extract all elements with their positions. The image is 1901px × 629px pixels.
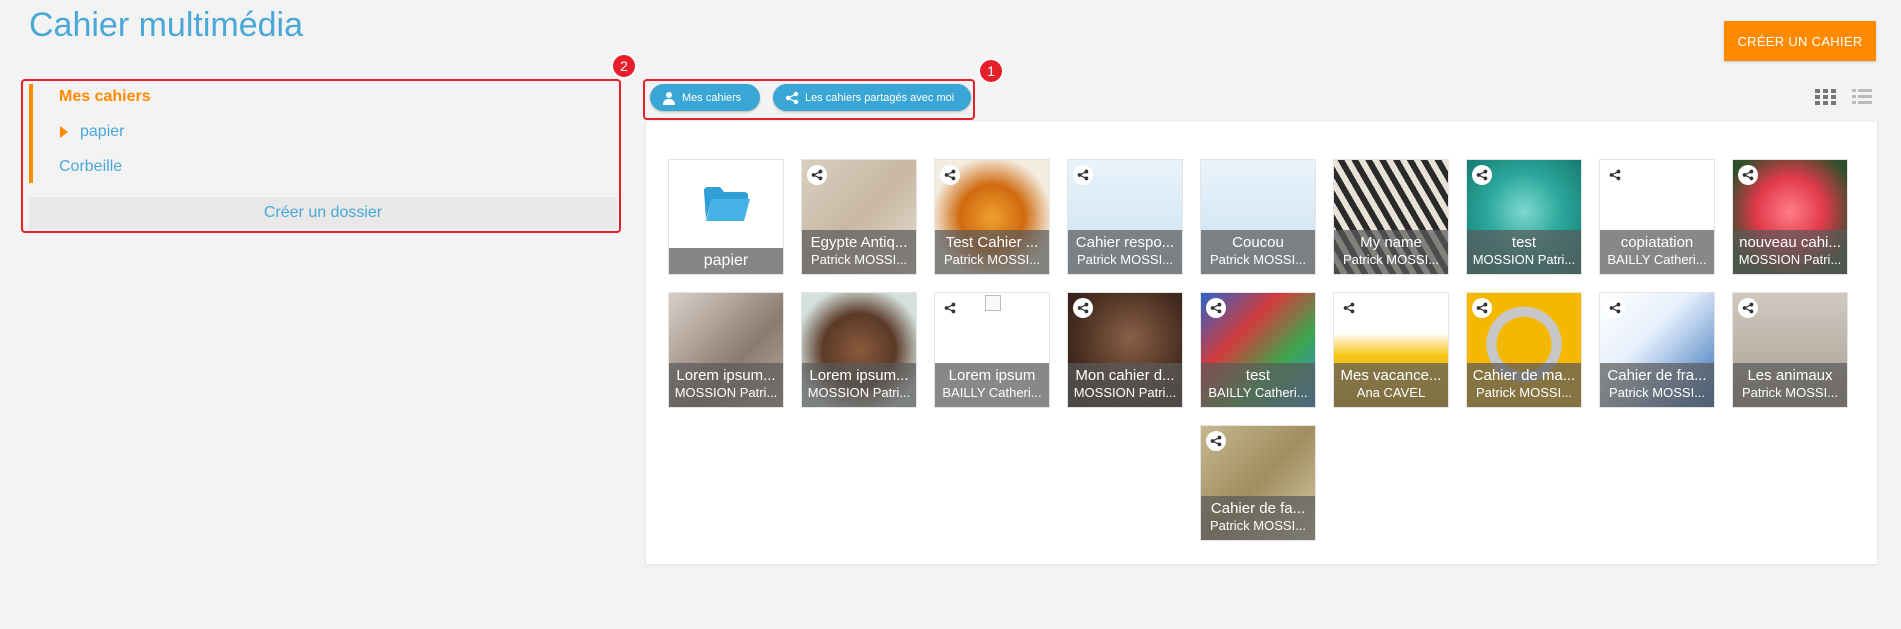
notebook-tile[interactable]: Test Cahier ... Patrick MOSSI... (934, 159, 1050, 275)
tile-title: Lorem ipsum... (676, 367, 776, 384)
tile-title: Mes vacance... (1340, 367, 1442, 384)
share-icon (1073, 298, 1093, 318)
tile-title: Mon cahier d... (1075, 367, 1175, 384)
notebook-tile[interactable]: copiatation BAILLY Catheri... (1599, 159, 1715, 275)
tile-author: Patrick MOSSI... (943, 252, 1041, 267)
share-icon (1472, 165, 1492, 185)
notebook-tile[interactable]: Mon cahier d... MOSSION Patri... (1067, 292, 1183, 408)
tile-title: nouveau cahi... (1739, 234, 1841, 251)
tile-title: Lorem ipsum (948, 367, 1036, 384)
tile-author: Patrick MOSSI... (1475, 385, 1573, 400)
tile-title: test (1511, 234, 1537, 251)
list-view-icon[interactable] (1852, 89, 1872, 110)
tile-author: BAILLY Catheri... (1208, 385, 1308, 400)
annotation-box-filters (643, 79, 975, 120)
tile-author: BAILLY Catheri... (942, 385, 1042, 400)
share-icon (1206, 298, 1226, 318)
tile-author: MOSSION Patri... (1738, 252, 1842, 267)
tile-title: Cahier de fa... (1210, 500, 1306, 517)
tile-title: copiatation (1620, 234, 1694, 251)
tile-title: test (1245, 367, 1271, 384)
tile-title: Test Cahier ... (945, 234, 1039, 251)
share-icon (1472, 298, 1492, 318)
grid-view-icon[interactable] (1815, 89, 1837, 110)
notebook-tile[interactable]: Lorem ipsum BAILLY Catheri... (934, 292, 1050, 408)
tile-title: papier (703, 252, 749, 269)
notebook-tile[interactable]: Egypte Antiq... Patrick MOSSI... (801, 159, 917, 275)
broken-image-icon (985, 295, 1001, 311)
tile-caption: Mes vacance... Ana CAVEL (1334, 363, 1448, 407)
folder-icon (704, 187, 750, 221)
tile-author: BAILLY Catheri... (1607, 252, 1707, 267)
tile-author: Ana CAVEL (1356, 385, 1426, 400)
notebook-tile[interactable]: Coucou Patrick MOSSI... (1200, 159, 1316, 275)
tile-caption: papier (669, 248, 783, 274)
share-icon (1073, 165, 1093, 185)
tile-caption: nouveau cahi... MOSSION Patri... (1733, 230, 1847, 274)
notebook-tile[interactable]: Cahier de fra... Patrick MOSSI... (1599, 292, 1715, 408)
notebook-tile[interactable]: Les animaux Patrick MOSSI... (1732, 292, 1848, 408)
tile-title: Les animaux (1747, 367, 1833, 384)
tile-caption: Test Cahier ... Patrick MOSSI... (935, 230, 1049, 274)
tile-author: Patrick MOSSI... (1209, 518, 1307, 533)
annotation-badge-1: 1 (978, 58, 1004, 84)
tile-caption: Mon cahier d... MOSSION Patri... (1068, 363, 1182, 407)
notebook-tile[interactable]: Cahier de fa... Patrick MOSSI... (1200, 425, 1316, 541)
notebook-tile[interactable]: test MOSSION Patri... (1466, 159, 1582, 275)
tile-caption: test BAILLY Catheri... (1201, 363, 1315, 407)
tile-author: MOSSION Patri... (1073, 385, 1177, 400)
tile-author: MOSSION Patri... (1472, 252, 1576, 267)
tile-caption: test MOSSION Patri... (1467, 230, 1581, 274)
share-icon (1738, 298, 1758, 318)
annotation-box-sidebar (21, 79, 621, 233)
tile-title: Coucou (1232, 234, 1284, 251)
share-icon (1206, 431, 1226, 451)
page-title: Cahier multimédia (29, 6, 303, 44)
tile-caption: Les animaux Patrick MOSSI... (1733, 363, 1847, 407)
share-icon (807, 165, 827, 185)
notebook-tile[interactable]: Lorem ipsum... MOSSION Patri... (668, 292, 784, 408)
notebook-tile[interactable]: My name Patrick MOSSI... (1333, 159, 1449, 275)
tile-title: Cahier respo... (1075, 234, 1175, 251)
tile-caption: Lorem ipsum BAILLY Catheri... (935, 363, 1049, 407)
share-icon (1339, 298, 1359, 318)
tile-author: Patrick MOSSI... (1342, 252, 1440, 267)
tile-author: MOSSION Patri... (807, 385, 911, 400)
tile-title: Lorem ipsum... (809, 367, 909, 384)
tile-caption: Cahier de ma... Patrick MOSSI... (1467, 363, 1581, 407)
tile-caption: Cahier respo... Patrick MOSSI... (1068, 230, 1182, 274)
tile-caption: Coucou Patrick MOSSI... (1201, 230, 1315, 274)
tile-caption: Lorem ipsum... MOSSION Patri... (802, 363, 916, 407)
tile-author: Patrick MOSSI... (1076, 252, 1174, 267)
tile-author: Patrick MOSSI... (810, 252, 908, 267)
tile-title: Egypte Antiq... (810, 234, 908, 251)
share-icon (1605, 165, 1625, 185)
notebook-tile[interactable]: nouveau cahi... MOSSION Patri... (1732, 159, 1848, 275)
tile-author: MOSSION Patri... (674, 385, 778, 400)
share-icon (940, 298, 960, 318)
tile-author: Patrick MOSSI... (1209, 252, 1307, 267)
tile-caption: Cahier de fa... Patrick MOSSI... (1201, 496, 1315, 540)
share-icon (1605, 298, 1625, 318)
tile-title: Cahier de ma... (1472, 367, 1576, 384)
share-icon (1738, 165, 1758, 185)
tile-caption: Egypte Antiq... Patrick MOSSI... (802, 230, 916, 274)
tile-caption: copiatation BAILLY Catheri... (1600, 230, 1714, 274)
tile-caption: My name Patrick MOSSI... (1334, 230, 1448, 274)
notebook-tile[interactable]: Lorem ipsum... MOSSION Patri... (801, 292, 917, 408)
tile-author: Patrick MOSSI... (1741, 385, 1839, 400)
tile-title: My name (1360, 234, 1422, 251)
tile-title: Cahier de fra... (1607, 367, 1707, 384)
notebook-tile[interactable]: Cahier respo... Patrick MOSSI... (1067, 159, 1183, 275)
tile-author: Patrick MOSSI... (1608, 385, 1706, 400)
share-icon (940, 165, 960, 185)
folder-tile[interactable]: papier (668, 159, 784, 275)
create-notebook-button[interactable]: CRÉER UN CAHIER (1724, 21, 1876, 61)
notebook-tile[interactable]: test BAILLY Catheri... (1200, 292, 1316, 408)
tile-caption: Cahier de fra... Patrick MOSSI... (1600, 363, 1714, 407)
tile-caption: Lorem ipsum... MOSSION Patri... (669, 363, 783, 407)
notebook-tile[interactable]: Cahier de ma... Patrick MOSSI... (1466, 292, 1582, 408)
notebook-tile[interactable]: Mes vacance... Ana CAVEL (1333, 292, 1449, 408)
annotation-badge-2: 2 (611, 53, 637, 79)
